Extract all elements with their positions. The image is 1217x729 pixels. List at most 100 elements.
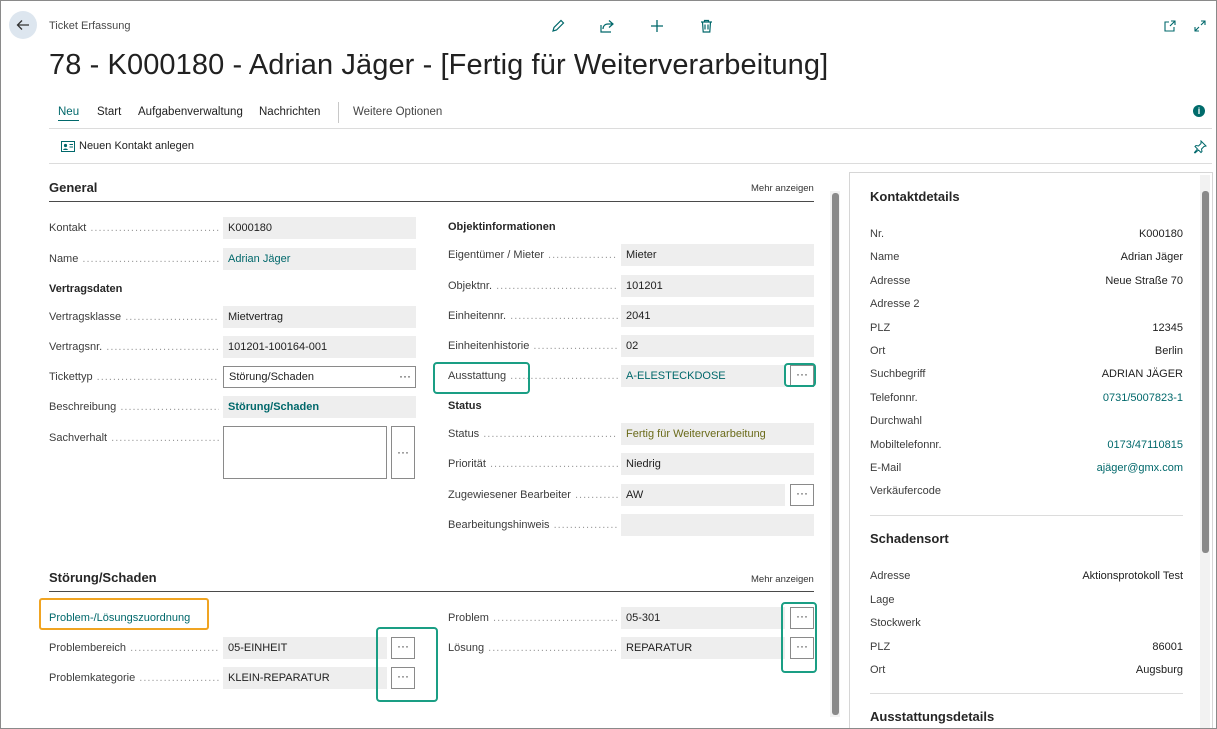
field-tickettyp[interactable]: Störung/Schaden ··· xyxy=(223,366,416,388)
schaden-key: PLZ xyxy=(870,640,891,653)
field-einheitennr[interactable]: 2041 xyxy=(621,305,814,327)
menu-aufgabenverwaltung[interactable]: Aufgabenverwaltung xyxy=(138,106,243,118)
new-contact-button[interactable]: Neuen Kontakt anlegen xyxy=(61,140,194,152)
kontakt-value: 12345 xyxy=(1152,321,1183,334)
label-problembereich: Problembereich xyxy=(49,642,219,654)
kontakt-row: E-Mail ajäger@gmx.com xyxy=(870,462,1183,478)
kontakt-key: Adresse 2 xyxy=(870,298,920,311)
label-status: Status xyxy=(448,428,618,440)
label-tickettyp: Tickettyp xyxy=(49,371,219,383)
kontakt-value[interactable]: ajäger@gmx.com xyxy=(1097,462,1183,474)
kontakt-value: ADRIAN JÄGER xyxy=(1101,368,1183,381)
kontakt-value[interactable]: 0731/5007823-1 xyxy=(1103,392,1183,404)
vertragsdaten-title: Vertragsdaten xyxy=(49,283,123,295)
field-beschreibung[interactable]: Störung/Schaden xyxy=(223,396,416,418)
kontakt-value: Berlin xyxy=(1154,345,1183,357)
field-hinweis[interactable] xyxy=(621,514,814,536)
menu-divider-line xyxy=(49,128,1212,129)
field-einheitenhistorie[interactable]: 02 xyxy=(621,335,814,357)
kontakt-row: Telefonnr. 0731/5007823-1 xyxy=(870,392,1183,408)
ausstattung-ellipsis-button[interactable]: ··· xyxy=(790,365,814,387)
kontakt-row: Adresse Neue Straße 70 xyxy=(870,275,1183,291)
factbox-divider xyxy=(870,515,1183,516)
menu-start[interactable]: Start xyxy=(97,106,121,118)
field-vertragsnr[interactable]: 101201-100164-001 xyxy=(223,336,416,358)
field-objektnr[interactable]: 101201 xyxy=(621,275,814,297)
label-hinweis: Bearbeitungshinweis xyxy=(448,519,618,531)
kontakt-value: Neue Straße 70 xyxy=(1105,274,1183,287)
kontakt-key: Nr. xyxy=(870,228,885,240)
factbox-schadensort-title: Schadensort xyxy=(870,531,949,546)
kontakt-key: Adresse xyxy=(870,274,911,287)
main-scrollbar-thumb[interactable] xyxy=(832,193,839,715)
schaden-value: Aktionsprotokoll Test xyxy=(1082,570,1183,582)
problem-ellipsis-button[interactable]: ··· xyxy=(790,607,814,629)
kontakt-key: Suchbegriff xyxy=(870,368,926,381)
menu-weitere-optionen[interactable]: Weitere Optionen xyxy=(353,106,442,118)
field-prioritaet[interactable]: Niedrig xyxy=(621,453,814,475)
section-stoerung-title: Störung/Schaden xyxy=(49,570,157,585)
label-einheitennr: Einheitennr. xyxy=(448,310,618,322)
problemkategorie-ellipsis-button[interactable]: ··· xyxy=(391,667,415,689)
kontakt-row: Suchbegriff ADRIAN JÄGER xyxy=(870,368,1183,384)
field-status[interactable]: Fertig für Weiterverarbeitung xyxy=(621,423,814,445)
section-general-title: General xyxy=(49,180,98,195)
schaden-value: Augsburg xyxy=(1135,664,1183,676)
open-new-window-icon[interactable] xyxy=(1161,17,1179,35)
label-problemkategorie: Problemkategorie xyxy=(49,672,219,684)
ellipsis-icon[interactable]: ··· xyxy=(399,369,411,383)
menu-neu[interactable]: Neu xyxy=(58,106,80,121)
field-bearbeiter[interactable]: AW xyxy=(621,484,785,506)
field-eigentuemer[interactable]: Mieter xyxy=(621,244,814,266)
stoerung-show-more[interactable]: Mehr anzeigen xyxy=(751,574,814,585)
factbox-divider xyxy=(870,693,1183,694)
edit-pencil-icon[interactable] xyxy=(549,17,567,35)
field-vertragsklasse[interactable]: Mietvertrag xyxy=(223,306,416,328)
schaden-key: Lage xyxy=(870,593,895,606)
pin-icon[interactable] xyxy=(1191,138,1209,156)
factbox-scrollbar-thumb[interactable] xyxy=(1202,191,1209,553)
expand-icon[interactable] xyxy=(1191,17,1209,35)
back-button[interactable] xyxy=(9,11,37,39)
page-frame: Ticket Erfassung 78 - K000180 - Adrian J… xyxy=(0,0,1217,729)
label-kontakt: Kontakt xyxy=(49,222,219,234)
info-icon[interactable]: i xyxy=(1193,105,1205,117)
problembereich-ellipsis-button[interactable]: ··· xyxy=(391,637,415,659)
field-problem[interactable]: 05-301 xyxy=(621,607,785,629)
field-loesung[interactable]: REPARATUR xyxy=(621,637,785,659)
field-problembereich[interactable]: 05-EINHEIT xyxy=(223,637,387,659)
sachverhalt-ellipsis-button[interactable]: ··· xyxy=(391,426,415,479)
share-icon[interactable] xyxy=(598,17,616,35)
kontakt-key: Durchwahl xyxy=(870,415,922,428)
new-contact-label: Neuen Kontakt anlegen xyxy=(79,140,194,152)
kontakt-row: Name Adrian Jäger xyxy=(870,251,1183,267)
kontakt-value[interactable]: 0173/47110815 xyxy=(1107,439,1183,451)
general-show-more[interactable]: Mehr anzeigen xyxy=(751,183,814,194)
kontakt-row: PLZ 12345 xyxy=(870,322,1183,338)
kontakt-key: Telefonnr. xyxy=(870,391,918,404)
field-tickettyp-value: Störung/Schaden xyxy=(229,371,315,383)
label-name: Name xyxy=(49,253,219,265)
kontakt-key: Name xyxy=(870,251,900,264)
label-eigentuemer: Eigentümer / Mieter xyxy=(448,249,618,261)
label-beschreibung: Beschreibung xyxy=(49,401,219,413)
field-kontakt[interactable]: K000180 xyxy=(223,217,416,239)
field-problemkategorie[interactable]: KLEIN-REPARATUR xyxy=(223,667,387,689)
loesung-ellipsis-button[interactable]: ··· xyxy=(790,637,814,659)
kontakt-key: PLZ xyxy=(870,321,891,334)
delete-trash-icon[interactable] xyxy=(697,17,715,35)
field-ausstattung[interactable]: A-ELESTECKDOSE xyxy=(621,365,785,387)
bearbeiter-ellipsis-button[interactable]: ··· xyxy=(790,484,814,506)
label-sachverhalt: Sachverhalt xyxy=(49,432,219,444)
contact-card-icon xyxy=(61,141,75,152)
field-sachverhalt[interactable] xyxy=(223,426,387,479)
label-problem: Problem xyxy=(448,612,618,624)
problem-loesungszuordnung-link[interactable]: Problem-/Lösungszuordnung xyxy=(49,612,209,624)
add-plus-icon[interactable] xyxy=(648,17,666,35)
breadcrumb: Ticket Erfassung xyxy=(49,20,131,32)
kontakt-key: Mobiltelefonnr. xyxy=(870,438,942,451)
menu-nachrichten[interactable]: Nachrichten xyxy=(259,106,320,118)
kontakt-row: Mobiltelefonnr. 0173/47110815 xyxy=(870,439,1183,455)
schaden-row: Adresse Aktionsprotokoll Test xyxy=(870,570,1183,586)
field-name[interactable]: Adrian Jäger xyxy=(223,248,416,270)
